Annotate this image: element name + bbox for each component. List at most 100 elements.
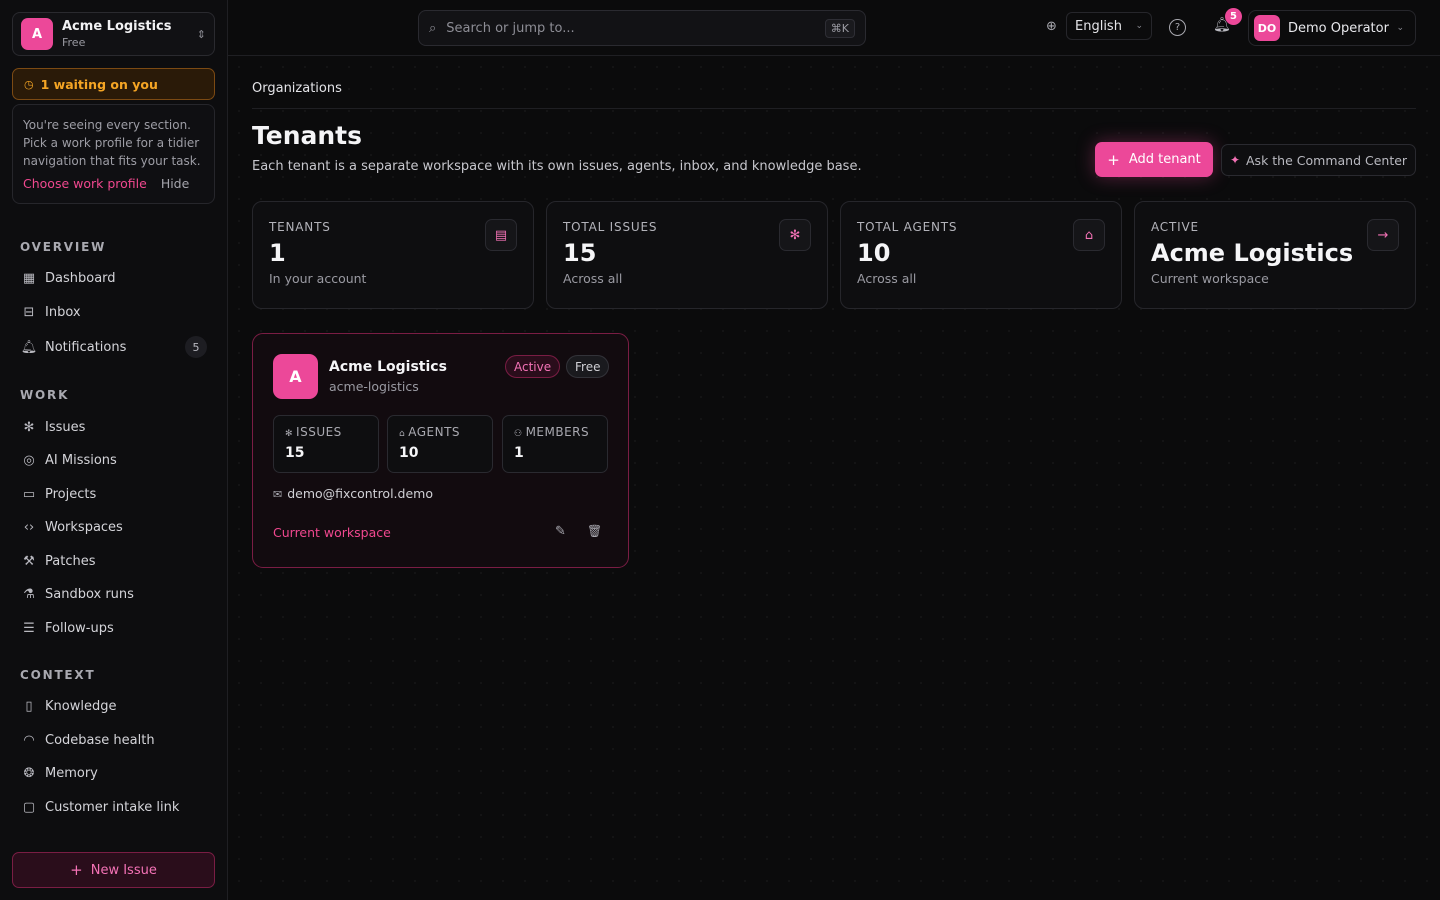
metric-value: 15: [285, 445, 305, 461]
nav-memory-label: Memory: [45, 765, 98, 781]
nav-ai-missions[interactable]: ◎ AI Missions: [12, 445, 215, 475]
new-issue-button[interactable]: + New Issue: [12, 852, 215, 888]
metric-value: 10: [399, 445, 419, 461]
stat-value: Acme Logistics: [1151, 239, 1354, 267]
tenant-metric-agents: ⌂ AGENTS 10: [387, 415, 493, 473]
stat-card-issues: TOTAL ISSUES 15 Across all ✻: [546, 201, 828, 309]
sidebar: A Acme Logistics Free ⇕ ◷ 1 waiting on y…: [0, 0, 228, 900]
pencil-icon[interactable]: ✎: [555, 524, 566, 539]
page-title: Tenants: [252, 121, 362, 150]
globe-icon: ⊕: [1046, 19, 1057, 34]
org-avatar: A: [21, 18, 53, 50]
stat-note: In your account: [269, 271, 367, 286]
nav-sandbox-runs-label: Sandbox runs: [45, 586, 134, 602]
nav-inbox-label: Inbox: [45, 304, 81, 320]
tenant-slug: acme-logistics: [329, 379, 419, 394]
section-overview: OVERVIEW: [20, 240, 107, 254]
nav-patches-label: Patches: [45, 553, 96, 569]
section-context: CONTEXT: [20, 668, 96, 682]
metric-label: AGENTS: [408, 425, 461, 439]
arrow-right-icon[interactable]: →: [1367, 219, 1399, 251]
plus-icon: +: [70, 861, 83, 879]
flask-icon: ⚗: [23, 586, 35, 602]
stat-card-agents: TOTAL AGENTS 10 Across all ⌂: [840, 201, 1122, 309]
book-icon: ▯: [25, 698, 33, 714]
status-badge: Active: [505, 355, 561, 378]
nav-codebase-health[interactable]: ◠ Codebase health: [12, 725, 215, 755]
nav-dashboard[interactable]: ▦ Dashboard: [12, 263, 215, 293]
help-icon[interactable]: ?: [1169, 19, 1186, 36]
waiting-on-you-banner[interactable]: ◷ 1 waiting on you: [12, 68, 215, 100]
choose-work-profile-link[interactable]: Choose work profile: [23, 176, 147, 191]
nav-knowledge[interactable]: ▯ Knowledge: [12, 691, 215, 721]
metric-label: MEMBERS: [525, 425, 590, 439]
nav-patches[interactable]: ⚒ Patches: [12, 546, 215, 576]
nav-workspaces[interactable]: ‹› Workspaces: [12, 512, 215, 542]
bug-icon: ✻: [285, 429, 294, 439]
tip-text: You're seeing every section. Pick a work…: [23, 118, 201, 168]
inbox-icon: ⊟: [23, 304, 35, 320]
nav-inbox[interactable]: ⊟ Inbox: [12, 297, 215, 327]
stat-value: 15: [563, 239, 597, 267]
nav-projects[interactable]: ▭ Projects: [12, 479, 215, 509]
current-workspace-label: Current workspace: [273, 525, 391, 540]
nav-workspaces-label: Workspaces: [45, 519, 123, 535]
metric-label: ISSUES: [296, 425, 342, 439]
chevron-down-icon: ⌄: [1135, 21, 1143, 31]
nav-customer-intake[interactable]: ▢ Customer intake link: [12, 792, 215, 822]
stat-note: Across all: [563, 271, 623, 286]
language-select[interactable]: English ⌄: [1066, 12, 1152, 40]
stat-label: TOTAL ISSUES: [563, 220, 658, 234]
bot-icon: ⌂: [399, 429, 406, 439]
ask-command-center-label: Ask the Command Center: [1246, 152, 1408, 168]
user-menu[interactable]: DO Demo Operator ⌄: [1248, 10, 1416, 46]
language-value: English: [1075, 18, 1122, 34]
search-input[interactable]: ⌕ Search or jump to... ⌘K: [418, 10, 866, 46]
target-icon: ◎: [23, 452, 35, 468]
search-placeholder: Search or jump to...: [446, 20, 575, 36]
users-icon: ⚇: [514, 429, 523, 439]
nav-projects-label: Projects: [45, 486, 97, 502]
nav-issues[interactable]: ✻ Issues: [12, 412, 215, 442]
message-icon: ▢: [22, 799, 36, 815]
nav-follow-ups-label: Follow-ups: [45, 620, 114, 636]
section-work: WORK: [20, 388, 70, 402]
hide-tip-link[interactable]: Hide: [161, 176, 190, 191]
nav-follow-ups[interactable]: ☰ Follow-ups: [12, 613, 215, 643]
nav-codebase-health-label: Codebase health: [45, 732, 155, 748]
code-icon: ‹›: [23, 519, 35, 535]
stat-card-tenants: TENANTS 1 In your account ▤: [252, 201, 534, 309]
grid-icon: ▦: [22, 270, 36, 286]
bell-icon: 🔔︎: [20, 339, 38, 355]
tenant-email-text: demo@fixcontrol.demo: [287, 486, 433, 501]
list-check-icon: ☰: [23, 620, 35, 636]
org-switcher[interactable]: A Acme Logistics Free ⇕: [12, 12, 215, 56]
tenant-metric-members: ⚇ MEMBERS 1: [502, 415, 608, 473]
waiting-text: 1 waiting on you: [40, 76, 158, 92]
ask-command-center-button[interactable]: ✦ Ask the Command Center: [1221, 144, 1416, 176]
search-icon: ⌕: [429, 20, 437, 36]
mail-icon: ✉: [273, 488, 283, 501]
stat-label: TOTAL AGENTS: [857, 220, 958, 234]
add-tenant-button[interactable]: + Add tenant: [1095, 142, 1213, 177]
tenant-card[interactable]: A Acme Logistics acme-logistics Active F…: [252, 333, 629, 568]
stat-note: Current workspace: [1151, 271, 1269, 286]
nav-memory[interactable]: ❂ Memory: [12, 758, 215, 788]
page-subtitle: Each tenant is a separate workspace with…: [252, 159, 862, 174]
plan-badge: Free: [566, 355, 610, 378]
bug-icon: ✻: [779, 219, 811, 251]
user-name: Demo Operator: [1288, 20, 1389, 36]
stat-value: 1: [269, 239, 286, 267]
stat-label: ACTIVE: [1151, 220, 1199, 234]
notifications-count-badge: 5: [185, 336, 207, 358]
nav-sandbox-runs[interactable]: ⚗ Sandbox runs: [12, 579, 215, 609]
add-tenant-label: Add tenant: [1128, 152, 1201, 167]
breadcrumb[interactable]: Organizations: [252, 81, 342, 96]
nav-notifications[interactable]: 🔔︎ Notifications 5: [12, 332, 215, 362]
nav-dashboard-label: Dashboard: [45, 270, 116, 286]
nav-customer-intake-label: Customer intake link: [45, 799, 180, 815]
tenant-metric-issues: ✻ ISSUES 15: [273, 415, 379, 473]
trash-icon[interactable]: 🗑︎: [587, 524, 602, 538]
chevron-up-down-icon: ⇕: [196, 27, 206, 41]
wrench-icon: ⚒: [23, 553, 35, 569]
